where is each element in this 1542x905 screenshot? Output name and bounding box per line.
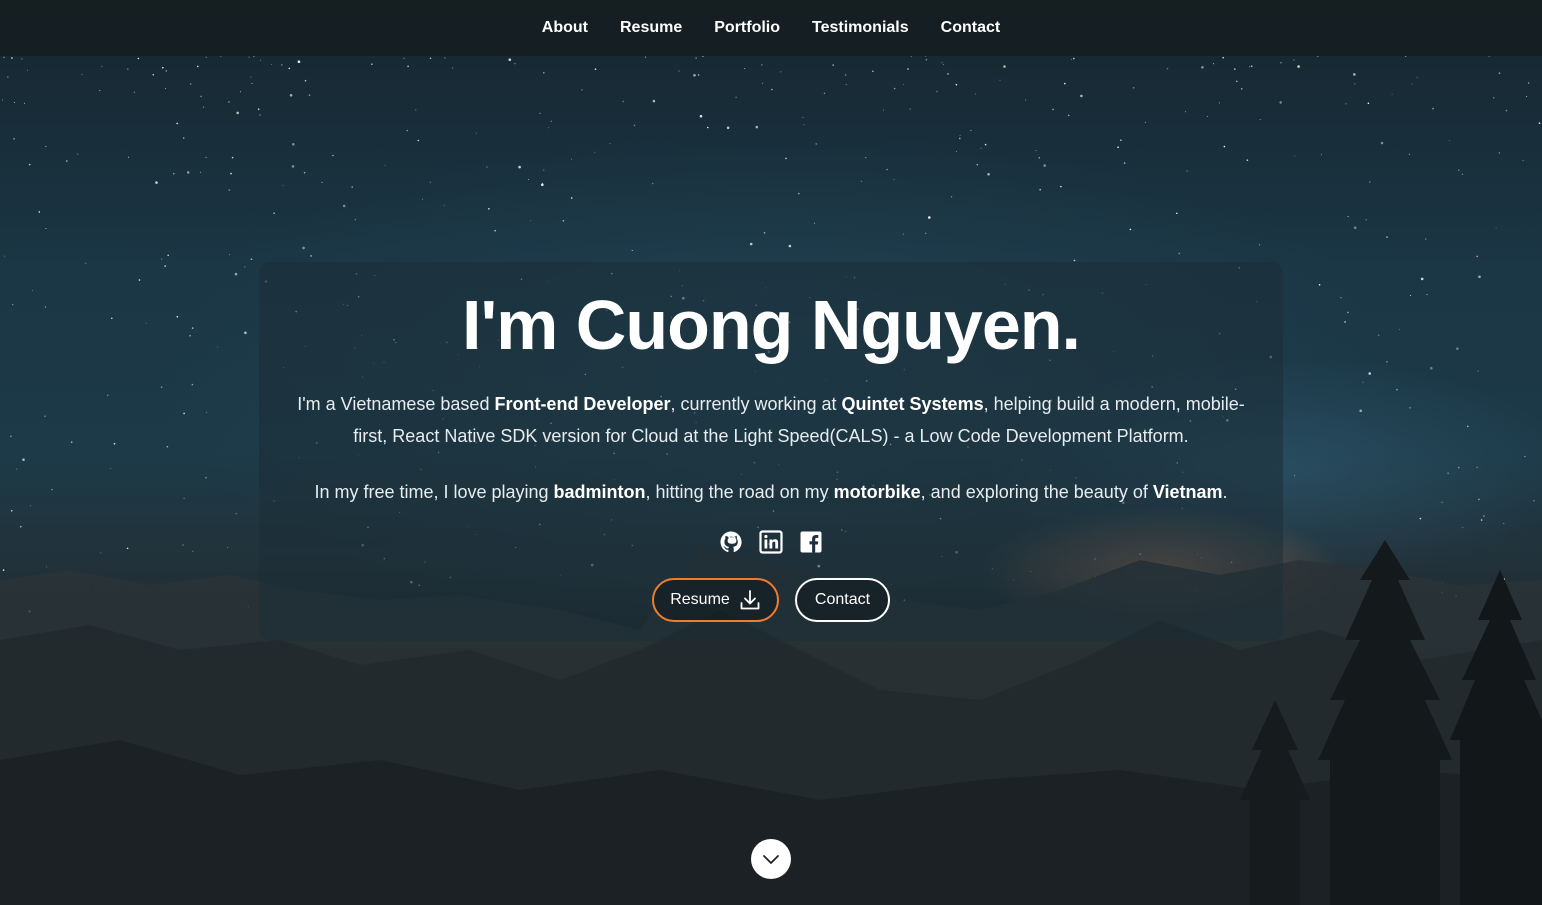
nav-portfolio[interactable]: Portfolio bbox=[714, 19, 780, 37]
hobby-motorbike: motorbike bbox=[833, 482, 921, 502]
intro-text: , currently working at bbox=[670, 394, 842, 414]
hobby-vietnam: Vietnam bbox=[1152, 482, 1223, 502]
nav-resume[interactable]: Resume bbox=[620, 19, 682, 37]
contact-button-label: Contact bbox=[814, 591, 871, 608]
linkedin-icon[interactable] bbox=[759, 530, 783, 554]
intro-company: Quintet Systems bbox=[841, 394, 984, 414]
social-links bbox=[259, 530, 1283, 556]
github-icon[interactable] bbox=[719, 530, 743, 554]
resume-button-label: Resume bbox=[670, 591, 730, 608]
nav-about[interactable]: About bbox=[542, 19, 588, 37]
hobby-paragraph: In my free time, I love playing badminto… bbox=[286, 476, 1256, 508]
top-navbar: About Resume Portfolio Testimonials Cont… bbox=[0, 0, 1542, 56]
intro-role: Front-end Developer bbox=[494, 394, 671, 414]
hero-buttons: Resume Contact bbox=[259, 578, 1283, 622]
scroll-down-button[interactable] bbox=[751, 839, 791, 879]
page-title: I'm Cuong Nguyen. bbox=[462, 286, 1081, 364]
intro-paragraph: I'm a Vietnamese based Front-end Develop… bbox=[286, 388, 1256, 452]
hobby-badminton: badminton bbox=[553, 482, 646, 502]
intro-card: I'm Cuong Nguyen. I'm a Vietnamese based… bbox=[259, 262, 1283, 641]
contact-button[interactable]: Contact bbox=[795, 578, 890, 622]
hobby-text: , and exploring the beauty of bbox=[920, 482, 1153, 502]
intro-text: I'm a Vietnamese based bbox=[297, 394, 495, 414]
download-icon bbox=[739, 589, 761, 611]
hobby-text: , hitting the road on my bbox=[645, 482, 834, 502]
facebook-icon[interactable] bbox=[799, 530, 823, 554]
hobby-text: . bbox=[1222, 482, 1228, 502]
chevron-down-icon bbox=[761, 849, 781, 869]
nav-testimonials[interactable]: Testimonials bbox=[812, 19, 909, 37]
hobby-text: In my free time, I love playing bbox=[314, 482, 554, 502]
resume-download-button[interactable]: Resume bbox=[652, 578, 779, 622]
nav-contact[interactable]: Contact bbox=[941, 19, 1001, 37]
